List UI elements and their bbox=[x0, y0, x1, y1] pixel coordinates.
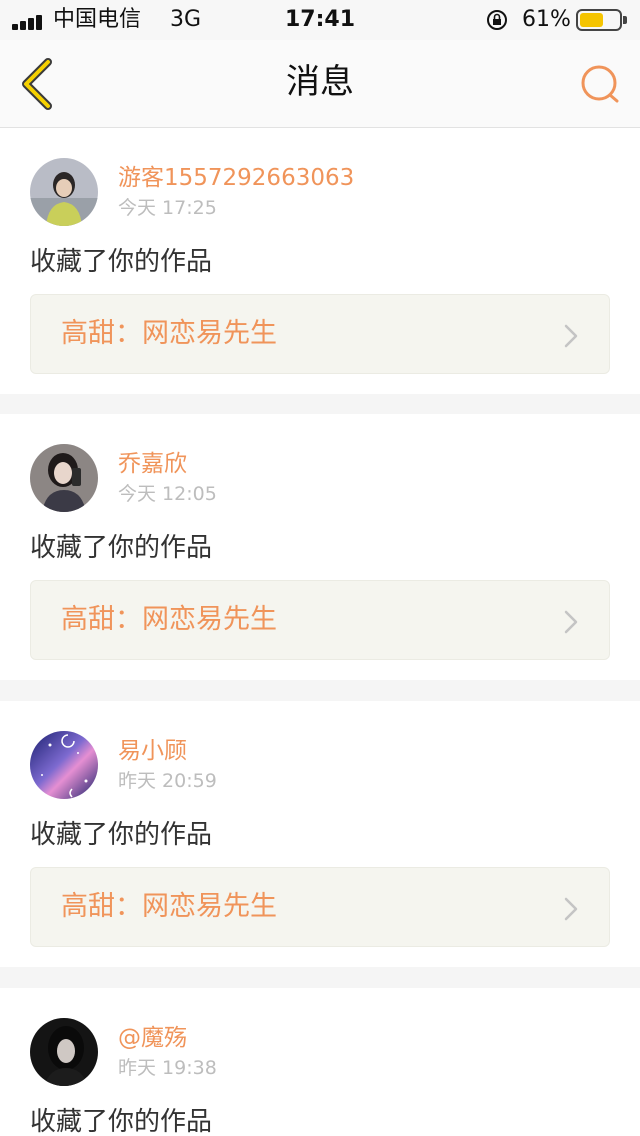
message-list: 游客1557292663063 今天 17:25 收藏了你的作品 高甜：网恋易先… bbox=[0, 128, 640, 1136]
work-link[interactable]: 高甜：网恋易先生 bbox=[30, 580, 610, 660]
message-time: 昨天 20:59 bbox=[118, 770, 217, 792]
message-card: 乔嘉欣 今天 12:05 收藏了你的作品 高甜：网恋易先生 bbox=[0, 414, 640, 680]
message-text: 收藏了你的作品 bbox=[30, 1107, 213, 1136]
message-time: 今天 12:05 bbox=[118, 483, 217, 505]
work-title: 高甜：网恋易先生 bbox=[61, 891, 277, 922]
sender-name[interactable]: 乔嘉欣 bbox=[118, 450, 187, 478]
message-time: 今天 17:25 bbox=[118, 197, 217, 219]
search-icon[interactable] bbox=[578, 62, 622, 106]
avatar[interactable] bbox=[30, 158, 98, 226]
message-card: @魔殇 昨天 19:38 收藏了你的作品 bbox=[0, 988, 640, 1136]
message-card: 易小顾 昨天 20:59 收藏了你的作品 高甜：网恋易先生 bbox=[0, 701, 640, 967]
avatar[interactable] bbox=[30, 444, 98, 512]
chevron-right-icon bbox=[564, 610, 578, 634]
page-title: 消息 bbox=[286, 62, 354, 102]
work-title: 高甜：网恋易先生 bbox=[61, 604, 277, 635]
chevron-right-icon bbox=[564, 324, 578, 348]
navigation-bar: 消息 bbox=[0, 40, 640, 128]
work-link[interactable]: 高甜：网恋易先生 bbox=[30, 294, 610, 374]
avatar[interactable] bbox=[30, 731, 98, 799]
avatar[interactable] bbox=[30, 1018, 98, 1086]
message-text: 收藏了你的作品 bbox=[30, 247, 213, 277]
message-time: 昨天 19:38 bbox=[118, 1057, 217, 1079]
message-text: 收藏了你的作品 bbox=[30, 533, 213, 563]
sender-name[interactable]: @魔殇 bbox=[118, 1024, 187, 1052]
battery-level-fill bbox=[580, 13, 604, 27]
chevron-right-icon bbox=[564, 897, 578, 921]
message-card: 游客1557292663063 今天 17:25 收藏了你的作品 高甜：网恋易先… bbox=[0, 128, 640, 394]
message-text: 收藏了你的作品 bbox=[30, 820, 213, 850]
battery-percent: 61% bbox=[522, 7, 571, 32]
work-title: 高甜：网恋易先生 bbox=[61, 318, 277, 349]
battery-icon bbox=[576, 9, 627, 31]
status-bar: 中国电信 3G 17:41 61% bbox=[0, 0, 640, 40]
work-link[interactable]: 高甜：网恋易先生 bbox=[30, 867, 610, 947]
orientation-lock-icon bbox=[487, 10, 507, 30]
sender-name[interactable]: 游客1557292663063 bbox=[118, 164, 354, 192]
battery-nub bbox=[623, 16, 627, 24]
sender-name[interactable]: 易小顾 bbox=[118, 737, 187, 765]
